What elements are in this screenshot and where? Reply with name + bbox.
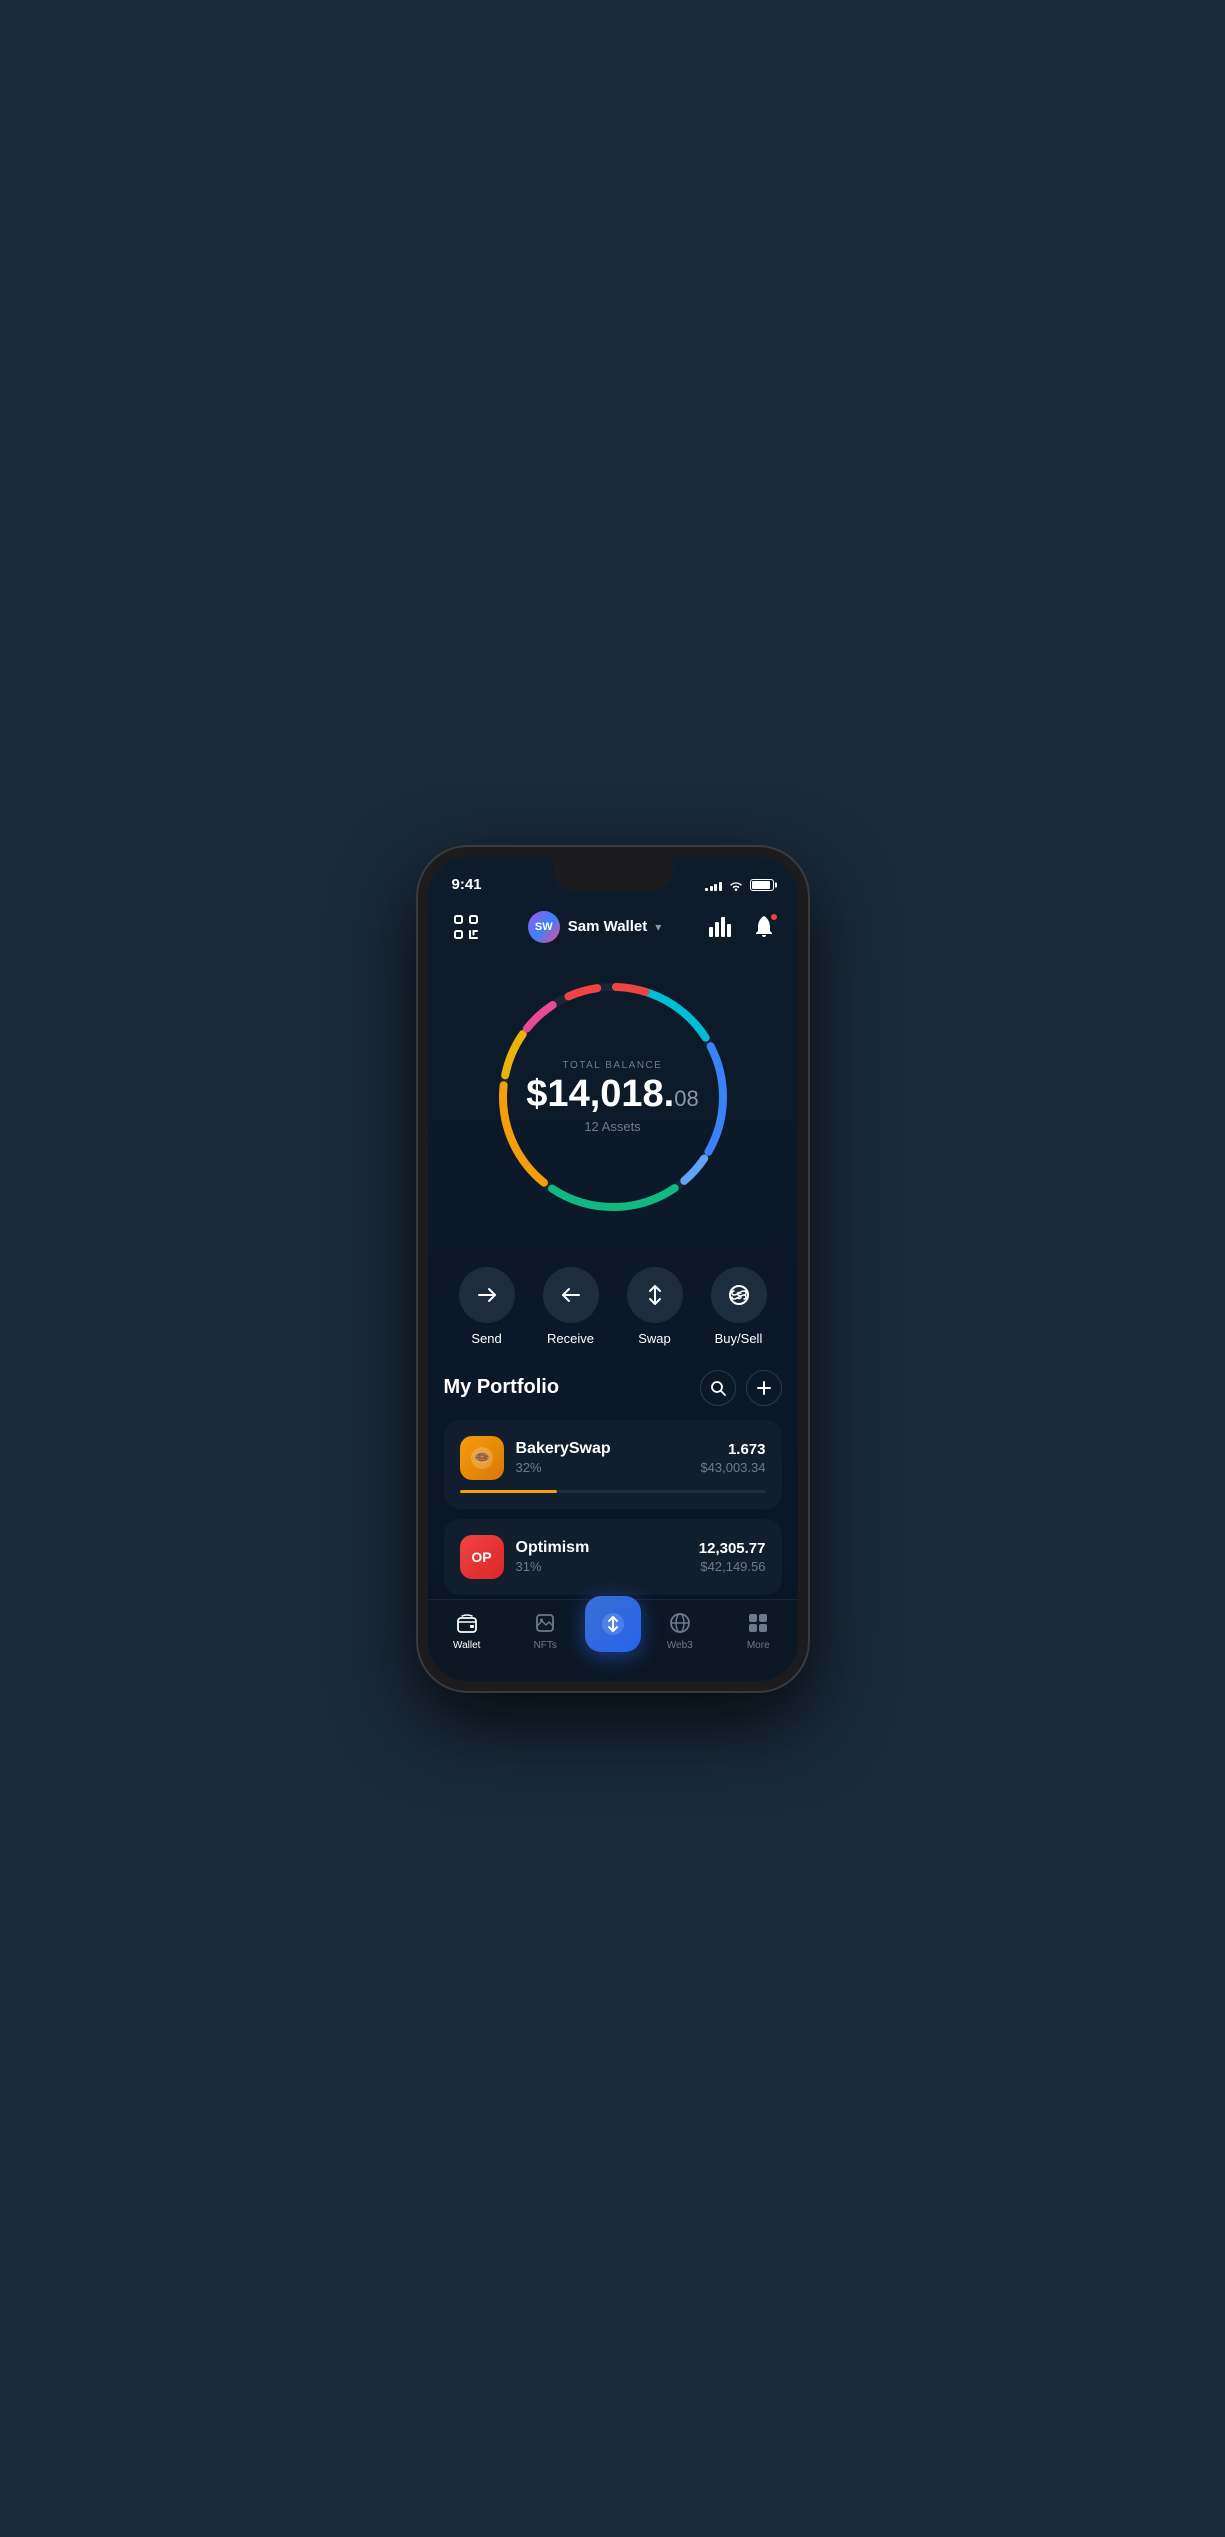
notifications-button[interactable] [750, 913, 778, 941]
nav-web3[interactable]: Web3 [641, 1610, 720, 1651]
wallet-nav-label: Wallet [453, 1640, 480, 1651]
bakeryswap-info: BakerySwap 32% [516, 1440, 689, 1475]
nfts-nav-icon [534, 1612, 556, 1634]
svg-text:🍩: 🍩 [474, 1451, 489, 1465]
bakeryswap-percent: 32% [516, 1460, 689, 1475]
asset-card-optimism[interactable]: OP Optimism 31% 12,305.77 $42,149.56 [444, 1519, 782, 1595]
swap-label: Swap [638, 1331, 671, 1346]
receive-icon [561, 1287, 581, 1303]
more-nav-label: More [747, 1640, 770, 1651]
optimism-logo: OP [460, 1535, 504, 1579]
chevron-down-icon: ▾ [655, 920, 661, 934]
bakeryswap-progress-bar [460, 1490, 766, 1493]
notification-badge [770, 913, 778, 921]
chart-icon [709, 917, 731, 937]
buysell-label: Buy/Sell [715, 1331, 763, 1346]
nav-nfts[interactable]: NFTs [506, 1610, 585, 1651]
web3-nav-label: Web3 [667, 1640, 693, 1651]
scan-button[interactable] [448, 909, 484, 945]
user-name: Sam Wallet [568, 918, 647, 935]
swap-button[interactable]: Swap [627, 1267, 683, 1346]
balance-ring: TOTAL BALANCE $14,018.08 12 Assets [483, 967, 743, 1227]
avatar: SW [528, 911, 560, 943]
notch [553, 857, 673, 891]
send-button[interactable]: Send [459, 1267, 515, 1346]
signal-icon [705, 879, 722, 891]
center-swap-icon [600, 1611, 626, 1637]
web3-nav-icon [669, 1612, 691, 1634]
portfolio-actions [700, 1370, 782, 1406]
optimism-usd: $42,149.56 [699, 1559, 766, 1574]
balance-label: TOTAL BALANCE [526, 1060, 698, 1071]
wifi-icon [728, 879, 744, 891]
optimism-info: Optimism 31% [516, 1539, 687, 1574]
receive-label: Receive [547, 1331, 594, 1346]
status-icons [705, 879, 774, 891]
portfolio-header: My Portfolio [444, 1370, 782, 1406]
user-profile-button[interactable]: SW Sam Wallet ▾ [528, 911, 662, 943]
optimism-values: 12,305.77 $42,149.56 [699, 1540, 766, 1574]
balance-amount: $14,018.08 [526, 1075, 698, 1113]
bakeryswap-name: BakerySwap [516, 1440, 689, 1458]
assets-count: 12 Assets [526, 1119, 698, 1134]
bottom-navigation: Wallet NFTs [428, 1599, 798, 1681]
search-button[interactable] [700, 1370, 736, 1406]
buysell-button[interactable]: $ Buy/Sell [711, 1267, 767, 1346]
optimism-amount: 12,305.77 [699, 1540, 766, 1557]
add-icon [756, 1380, 772, 1396]
buysell-icon: $ [728, 1284, 750, 1306]
balance-section: TOTAL BALANCE $14,018.08 12 Assets [428, 957, 798, 1247]
status-time: 9:41 [452, 876, 482, 893]
chart-button[interactable] [706, 913, 734, 941]
asset-card-bakeryswap[interactable]: 🍩 BakerySwap 32% 1.673 $43,003.34 [444, 1420, 782, 1509]
nav-more[interactable]: More [719, 1610, 798, 1651]
swap-icon [646, 1285, 664, 1305]
optimism-percent: 31% [516, 1559, 687, 1574]
battery-icon [750, 879, 774, 891]
header-right [706, 913, 778, 941]
nfts-nav-label: NFTs [534, 1640, 557, 1651]
bakeryswap-values: 1.673 $43,003.34 [700, 1441, 765, 1475]
action-buttons: Send Receive [428, 1247, 798, 1370]
phone-frame: 9:41 [418, 847, 808, 1691]
nav-wallet[interactable]: Wallet [428, 1610, 507, 1651]
bakeryswap-usd: $43,003.34 [700, 1460, 765, 1475]
balance-text: TOTAL BALANCE $14,018.08 12 Assets [526, 1060, 698, 1134]
add-asset-button[interactable] [746, 1370, 782, 1406]
nav-center-swap[interactable] [585, 1596, 641, 1652]
optimism-name: Optimism [516, 1539, 687, 1557]
search-icon [710, 1380, 726, 1396]
bakeryswap-logo: 🍩 [460, 1436, 504, 1480]
header: SW Sam Wallet ▾ [428, 901, 798, 957]
portfolio-title: My Portfolio [444, 1376, 560, 1399]
more-nav-icon [747, 1612, 769, 1634]
send-label: Send [471, 1331, 501, 1346]
send-icon [477, 1287, 497, 1303]
scan-icon [453, 914, 479, 940]
phone-screen: 9:41 [428, 857, 798, 1681]
portfolio-section: My Portfolio [428, 1370, 798, 1595]
bakeryswap-amount: 1.673 [700, 1441, 765, 1458]
receive-button[interactable]: Receive [543, 1267, 599, 1346]
wallet-nav-icon [456, 1612, 478, 1634]
